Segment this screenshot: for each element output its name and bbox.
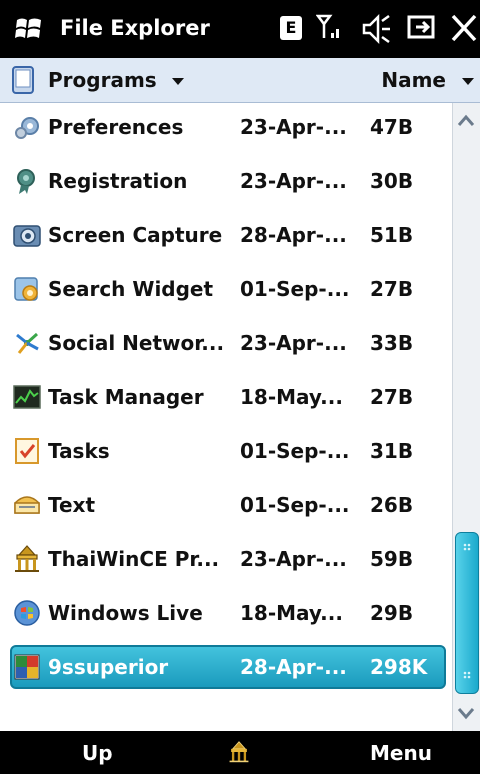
file-date: 01-Sep-... xyxy=(240,439,350,463)
file-date: 23-Apr-... xyxy=(240,547,347,571)
file-date: 28-Apr-... xyxy=(240,655,347,679)
list-item[interactable]: Text 01-Sep-... 26B xyxy=(0,481,450,531)
list-item[interactable]: Task Manager 18-May... 27B xyxy=(0,373,450,423)
keyboard-toggle[interactable] xyxy=(228,738,250,770)
signal-icon[interactable] xyxy=(315,12,344,48)
file-size: 26B xyxy=(370,493,414,517)
device-icon xyxy=(12,66,34,94)
app-title: File Explorer xyxy=(60,16,210,40)
file-date: 01-Sep-... xyxy=(240,277,350,301)
connectivity-icon[interactable] xyxy=(406,12,440,50)
file-name: Tasks xyxy=(48,439,110,463)
file-name: 9ssuperior xyxy=(48,655,169,679)
file-name: Task Manager xyxy=(48,385,204,409)
file-name: ThaiWinCE Pr... xyxy=(48,547,220,571)
file-size: 298K xyxy=(370,655,428,679)
search-widget-icon xyxy=(14,277,38,301)
social-network-icon xyxy=(16,332,39,354)
list-item[interactable]: Registration 23-Apr-... 30B xyxy=(0,157,450,207)
list-item[interactable]: Preferences 23-Apr-... 47B xyxy=(0,103,450,153)
thai-temple-icon xyxy=(15,545,39,572)
file-date: 01-Sep-... xyxy=(240,493,350,517)
chevron-down-icon xyxy=(457,708,475,720)
windows-live-icon xyxy=(14,600,40,626)
file-date: 23-Apr-... xyxy=(240,331,347,355)
file-name: Registration xyxy=(48,169,188,193)
status-icons[interactable]: E xyxy=(270,0,480,58)
sort-dropdown[interactable]: Name xyxy=(381,68,446,92)
file-date: 28-Apr-... xyxy=(240,223,347,247)
file-name: Text xyxy=(48,493,96,517)
windows-logo-icon[interactable] xyxy=(14,14,44,44)
file-size: 33B xyxy=(370,331,414,355)
file-size: 27B xyxy=(370,277,414,301)
text-message-icon xyxy=(14,496,40,514)
chevron-down-icon xyxy=(171,78,184,85)
app-icon xyxy=(14,654,40,680)
e-data-icon[interactable]: E xyxy=(280,16,302,40)
file-name: Search Widget xyxy=(48,277,214,301)
title-bar: File Explorer E xyxy=(0,0,480,58)
file-date: 18-May... xyxy=(240,385,343,409)
file-name: Preferences xyxy=(48,115,184,139)
list-item[interactable]: Screen Capture 28-Apr-... 51B xyxy=(0,211,450,261)
task-manager-icon xyxy=(13,385,41,409)
volume-muted-icon[interactable] xyxy=(360,12,392,50)
file-size: 29B xyxy=(370,601,414,625)
file-name: Screen Capture xyxy=(48,223,223,247)
list-item[interactable]: Search Widget 01-Sep-... 27B xyxy=(0,265,450,315)
file-size: 47B xyxy=(370,115,414,139)
file-size: 30B xyxy=(370,169,414,193)
scroll-down-button[interactable] xyxy=(454,698,478,728)
list-item[interactable]: ThaiWinCE Pr... 23-Apr-... 59B xyxy=(0,535,450,585)
preferences-icon xyxy=(15,117,39,139)
list-item[interactable]: Social Networ... 23-Apr-... 33B xyxy=(0,319,450,369)
list-item[interactable]: Windows Live 18-May... 29B xyxy=(0,589,450,639)
softkey-bar: Up Menu xyxy=(0,731,480,774)
chevron-down-icon[interactable] xyxy=(462,78,474,85)
folder-name: Programs xyxy=(48,68,157,92)
folder-bar: Programs Name xyxy=(0,58,480,103)
list-item[interactable]: Tasks 01-Sep-... 31B xyxy=(0,427,450,477)
registration-icon xyxy=(17,169,35,194)
grip-icon xyxy=(463,543,471,679)
file-date: 23-Apr-... xyxy=(240,115,347,139)
file-date: 23-Apr-... xyxy=(240,169,347,193)
scroll-up-button[interactable] xyxy=(454,106,478,136)
file-name: Windows Live xyxy=(48,601,203,625)
file-size: 51B xyxy=(370,223,414,247)
file-size: 31B xyxy=(370,439,414,463)
file-size: 27B xyxy=(370,385,414,409)
up-softkey[interactable]: Up xyxy=(82,741,113,765)
camera-icon xyxy=(13,225,41,247)
file-date: 18-May... xyxy=(240,601,343,625)
file-name: Social Networ... xyxy=(48,331,225,355)
folder-dropdown[interactable]: Programs xyxy=(48,68,184,92)
scrollbar-thumb[interactable] xyxy=(455,532,479,694)
file-size: 59B xyxy=(370,547,414,571)
sort-label: Name xyxy=(381,68,446,92)
close-icon[interactable] xyxy=(450,12,478,48)
tasks-icon xyxy=(15,438,39,464)
list-item-selected[interactable]: 9ssuperior 28-Apr-... 298K xyxy=(0,643,450,693)
menu-softkey[interactable]: Menu xyxy=(370,741,432,765)
chevron-up-icon xyxy=(457,114,475,126)
thai-temple-icon xyxy=(229,741,249,763)
